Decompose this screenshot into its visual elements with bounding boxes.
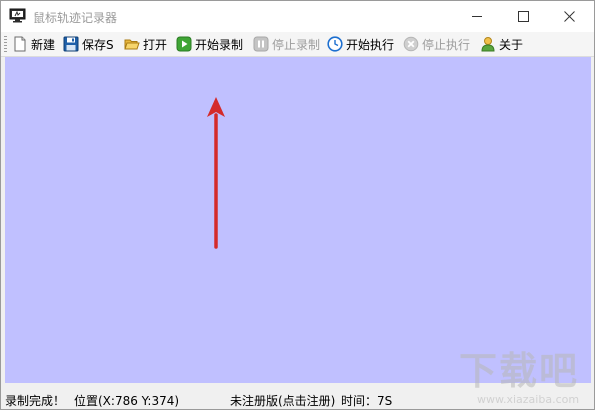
new-file-icon (12, 36, 28, 52)
watermark: 下载吧 www.xiazaiba.com (455, 349, 594, 409)
registration-link[interactable]: 未注册版(点击注册) (230, 392, 335, 409)
title-bar[interactable]: 鼠标轨迹记录器 (1, 1, 594, 32)
recording-canvas[interactable] (5, 57, 591, 383)
open-folder-icon (124, 36, 140, 52)
stop-record-label: 停止录制 (272, 37, 321, 52)
watermark-main: 下载吧 (459, 349, 580, 393)
minimize-button[interactable] (455, 1, 501, 32)
save-button[interactable]: 保存S (63, 34, 114, 54)
annotation-arrow (207, 97, 225, 249)
stop-execute-button[interactable]: 停止执行 (403, 34, 470, 54)
watermark-url: www.xiazaiba.com (477, 393, 580, 406)
start-record-label: 开始录制 (195, 37, 244, 52)
stop-execute-label: 停止执行 (422, 37, 471, 52)
save-label: 保存S (82, 37, 114, 52)
start-record-button[interactable]: 开始录制 (176, 34, 243, 54)
clock-icon (327, 36, 343, 52)
about-label: 关于 (499, 37, 524, 52)
elapsed-time: 时间：7S (341, 394, 393, 408)
new-button[interactable]: 新建 (12, 34, 55, 54)
save-icon (63, 36, 79, 52)
toolbar: 新建 保存S 打开 开始录制 停止录制 开始执行 停止执行 关于 (1, 32, 594, 57)
about-button[interactable]: 关于 (480, 34, 523, 54)
start-execute-button[interactable]: 开始执行 (327, 34, 394, 54)
pause-icon (253, 36, 269, 52)
new-label: 新建 (31, 37, 56, 52)
start-execute-label: 开始执行 (346, 37, 395, 52)
toolbar-grip[interactable] (4, 36, 7, 52)
stop-record-button[interactable]: 停止录制 (253, 34, 320, 54)
app-monitor-icon (9, 8, 26, 23)
open-button[interactable]: 打开 (124, 34, 167, 54)
user-icon (480, 36, 496, 52)
cursor-position: 位置(X:786 Y:374) (74, 394, 180, 408)
maximize-button[interactable] (501, 1, 547, 32)
app-window: 鼠标轨迹记录器 新建 保存S 打开 开始录制 停止录制 开始执行 停止执行 关于… (0, 0, 595, 410)
window-title: 鼠标轨迹记录器 (33, 11, 118, 25)
status-message: 录制完成！ (5, 394, 66, 408)
close-button[interactable] (547, 1, 593, 32)
play-icon (176, 36, 192, 52)
stop-icon (403, 36, 419, 52)
close-icon (564, 11, 575, 22)
minimize-icon (472, 16, 482, 17)
open-label: 打开 (143, 37, 168, 52)
maximize-icon (518, 11, 529, 22)
